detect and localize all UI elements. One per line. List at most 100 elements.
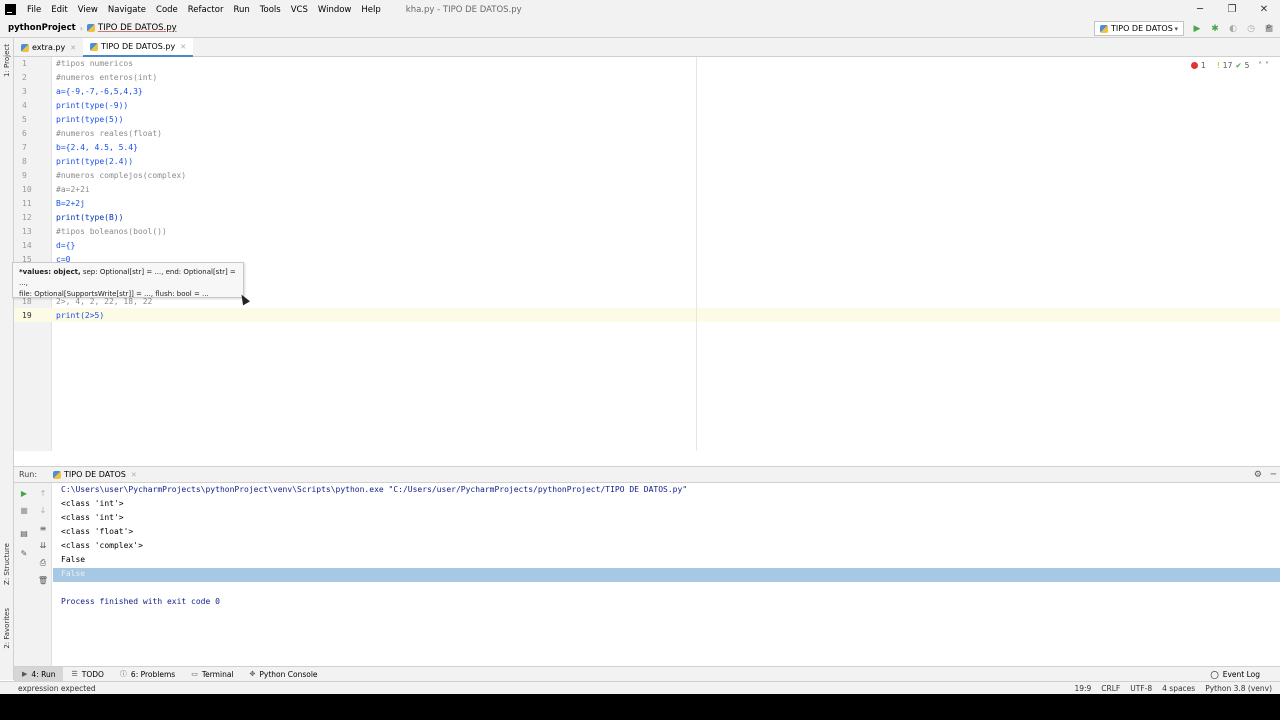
run-console[interactable]: C:\Users\user\PycharmProjects\pythonProj… (53, 483, 1280, 666)
line-number: 5 (22, 115, 27, 124)
line-separator[interactable]: CRLF (1101, 684, 1120, 693)
file-encoding[interactable]: UTF-8 (1130, 684, 1152, 693)
minimize-icon[interactable]: ─ (1184, 0, 1216, 19)
line-number: 14 (22, 241, 32, 250)
menu-tools[interactable]: Tools (255, 5, 286, 15)
chevron-down-icon: ▾ (1174, 24, 1178, 33)
soft-wrap-icon[interactable]: ≡ (36, 521, 50, 535)
tab-extra-py[interactable]: extra.py ✕ (14, 38, 83, 57)
breadcrumb-separator-icon: › (79, 23, 83, 33)
bottom-tool-tabs: ▶ 4: Run ☰ TODO ⓘ 6: Problems ▭ Terminal ✥ Py… (14, 666, 1280, 682)
menu-edit[interactable]: Edit (46, 5, 72, 15)
close-tab-icon[interactable]: ✕ (180, 43, 186, 51)
tab-todo[interactable]: ☰ TODO (63, 667, 111, 682)
menu-refactor[interactable]: Refactor (183, 5, 229, 15)
python-interpreter[interactable]: Python 3.8 (venv) (1205, 684, 1272, 693)
scroll-up-icon[interactable]: ↑ (36, 486, 50, 500)
magnifier-icon: ◯ (1210, 669, 1219, 679)
profile-icon[interactable]: ◷ (1244, 21, 1258, 36)
code-line: print(type(2.4)) (56, 157, 134, 166)
python-file-icon (1100, 24, 1108, 33)
indent-setting[interactable]: 4 spaces (1162, 684, 1195, 693)
chevron-up-icon[interactable]: ˄ (1258, 61, 1262, 70)
close-icon[interactable]: ✕ (1248, 0, 1280, 19)
pin-icon[interactable]: ✎ (17, 546, 31, 560)
check-icon: ✔ (1235, 61, 1242, 70)
caret-position[interactable]: 19:9 (1074, 684, 1091, 693)
status-bar: expression expected 19:9 CRLF UTF-8 4 sp… (0, 681, 1280, 694)
breadcrumb-project[interactable]: pythonProject (0, 23, 76, 33)
terminal-icon: ▭ (191, 670, 198, 678)
chevron-down-icon[interactable]: ˅ (1265, 61, 1269, 70)
run-tab[interactable]: TIPO DE DATOS ✕ (53, 470, 137, 479)
menu-help[interactable]: Help (356, 5, 385, 15)
menu-run[interactable]: Run (228, 5, 254, 15)
trash-icon[interactable]: 🗑 (36, 573, 50, 587)
left-tool-strip: 1: Project Z: Structure 2: Favorites (0, 38, 14, 680)
line-number: 12 (22, 213, 32, 222)
tab-terminal[interactable]: ▭ Terminal (183, 667, 241, 682)
window-title: kha.py - TIPO DE DATOS.py (405, 4, 522, 15)
favorites-tool-tab[interactable]: 2: Favorites (3, 608, 11, 649)
caret-row-highlight (14, 308, 52, 322)
code-line: #a=2+2i (56, 185, 90, 194)
menu-file[interactable]: File (22, 5, 46, 15)
tab-label: extra.py (32, 43, 66, 52)
tab-problems[interactable]: ⓘ 6: Problems (112, 667, 183, 682)
menu-navigate[interactable]: Navigate (103, 5, 151, 15)
python-file-icon (90, 42, 99, 51)
gear-icon[interactable]: ⚙ (1254, 470, 1262, 480)
close-tab-icon[interactable]: ✕ (131, 471, 137, 479)
scroll-to-end-icon[interactable]: ⇊ (36, 538, 50, 552)
coverage-icon[interactable]: ◐ (1226, 21, 1240, 36)
tab-label: 6: Problems (130, 669, 176, 679)
breadcrumb-file[interactable]: TIPO DE DATOS.py (98, 23, 177, 33)
console-line: <class 'float'> (61, 527, 134, 536)
code-editor[interactable]: #tipos numericos #numeros enteros(int) a… (52, 57, 1280, 451)
tab-tipo-de-datos[interactable]: TIPO DE DATOS.py ✕ (83, 38, 194, 57)
inspection-widget[interactable]: 1 ! 17 ✔ 5 ˄ ˅ (1191, 61, 1269, 70)
tab-python-console[interactable]: ✥ Python Console (242, 667, 326, 682)
debug-icon[interactable]: ✱ (1208, 21, 1222, 36)
line-number: 4 (22, 101, 27, 110)
run-configuration-label: TIPO DE DATOS (1111, 24, 1173, 33)
line-number-gutter[interactable]: 1 2 3 4 5 6 7 8 9 10 11 12 13 14 15 18 1… (14, 57, 52, 451)
run-configuration-select[interactable]: TIPO DE DATOS ▾ (1094, 21, 1184, 36)
line-number: 6 (22, 129, 27, 138)
code-line: #tipos boleanos(bool()) (56, 227, 167, 236)
line-number: 19 (22, 311, 32, 320)
project-tool-tab[interactable]: 1: Project (3, 44, 11, 77)
structure-tool-tab[interactable]: Z: Structure (3, 543, 11, 585)
menu-window[interactable]: Window (313, 5, 357, 15)
hide-panel-icon[interactable]: ─ (1271, 470, 1276, 480)
stop-icon[interactable]: ■ (17, 503, 31, 517)
tooltip-current-param: *values: object, (19, 268, 81, 276)
line-number: 9 (22, 171, 27, 180)
maximize-icon[interactable]: ❐ (1216, 0, 1248, 19)
run-panel-label: Run: (19, 470, 38, 479)
event-log-button[interactable]: ◯ Event Log (1210, 670, 1260, 679)
warning-icon: ! (1216, 61, 1220, 70)
menu-code[interactable]: Code (151, 5, 183, 15)
search-everywhere-icon[interactable]: ⌕ (1266, 21, 1272, 32)
menu-vcs[interactable]: VCS (286, 5, 313, 15)
code-line-current: print(2>5) (56, 311, 105, 320)
error-count: 1 (1201, 61, 1206, 70)
pycharm-logo-icon (5, 4, 16, 15)
print-icon[interactable]: ⎙ (36, 556, 50, 570)
layout-icon[interactable]: ▤ (17, 526, 31, 540)
rerun-icon[interactable]: ▶ (17, 486, 31, 500)
error-icon (1191, 62, 1198, 69)
console-line: <class 'complex'> (61, 541, 143, 550)
line-number: 3 (22, 87, 27, 96)
close-tab-icon[interactable]: ✕ (70, 44, 76, 52)
run-icon[interactable]: ▶ (1190, 21, 1204, 36)
tab-run[interactable]: ▶ 4: Run (14, 666, 64, 682)
run-tab-label: TIPO DE DATOS (64, 470, 126, 479)
menu-view[interactable]: View (73, 5, 103, 15)
list-icon: ☰ (71, 670, 78, 678)
scroll-down-icon[interactable]: ↓ (36, 503, 50, 517)
python-icon: ✥ (249, 670, 256, 678)
code-line: #numeros reales(float) (56, 129, 162, 138)
status-widgets: 19:9 CRLF UTF-8 4 spaces Python 3.8 (ven… (1074, 684, 1272, 693)
